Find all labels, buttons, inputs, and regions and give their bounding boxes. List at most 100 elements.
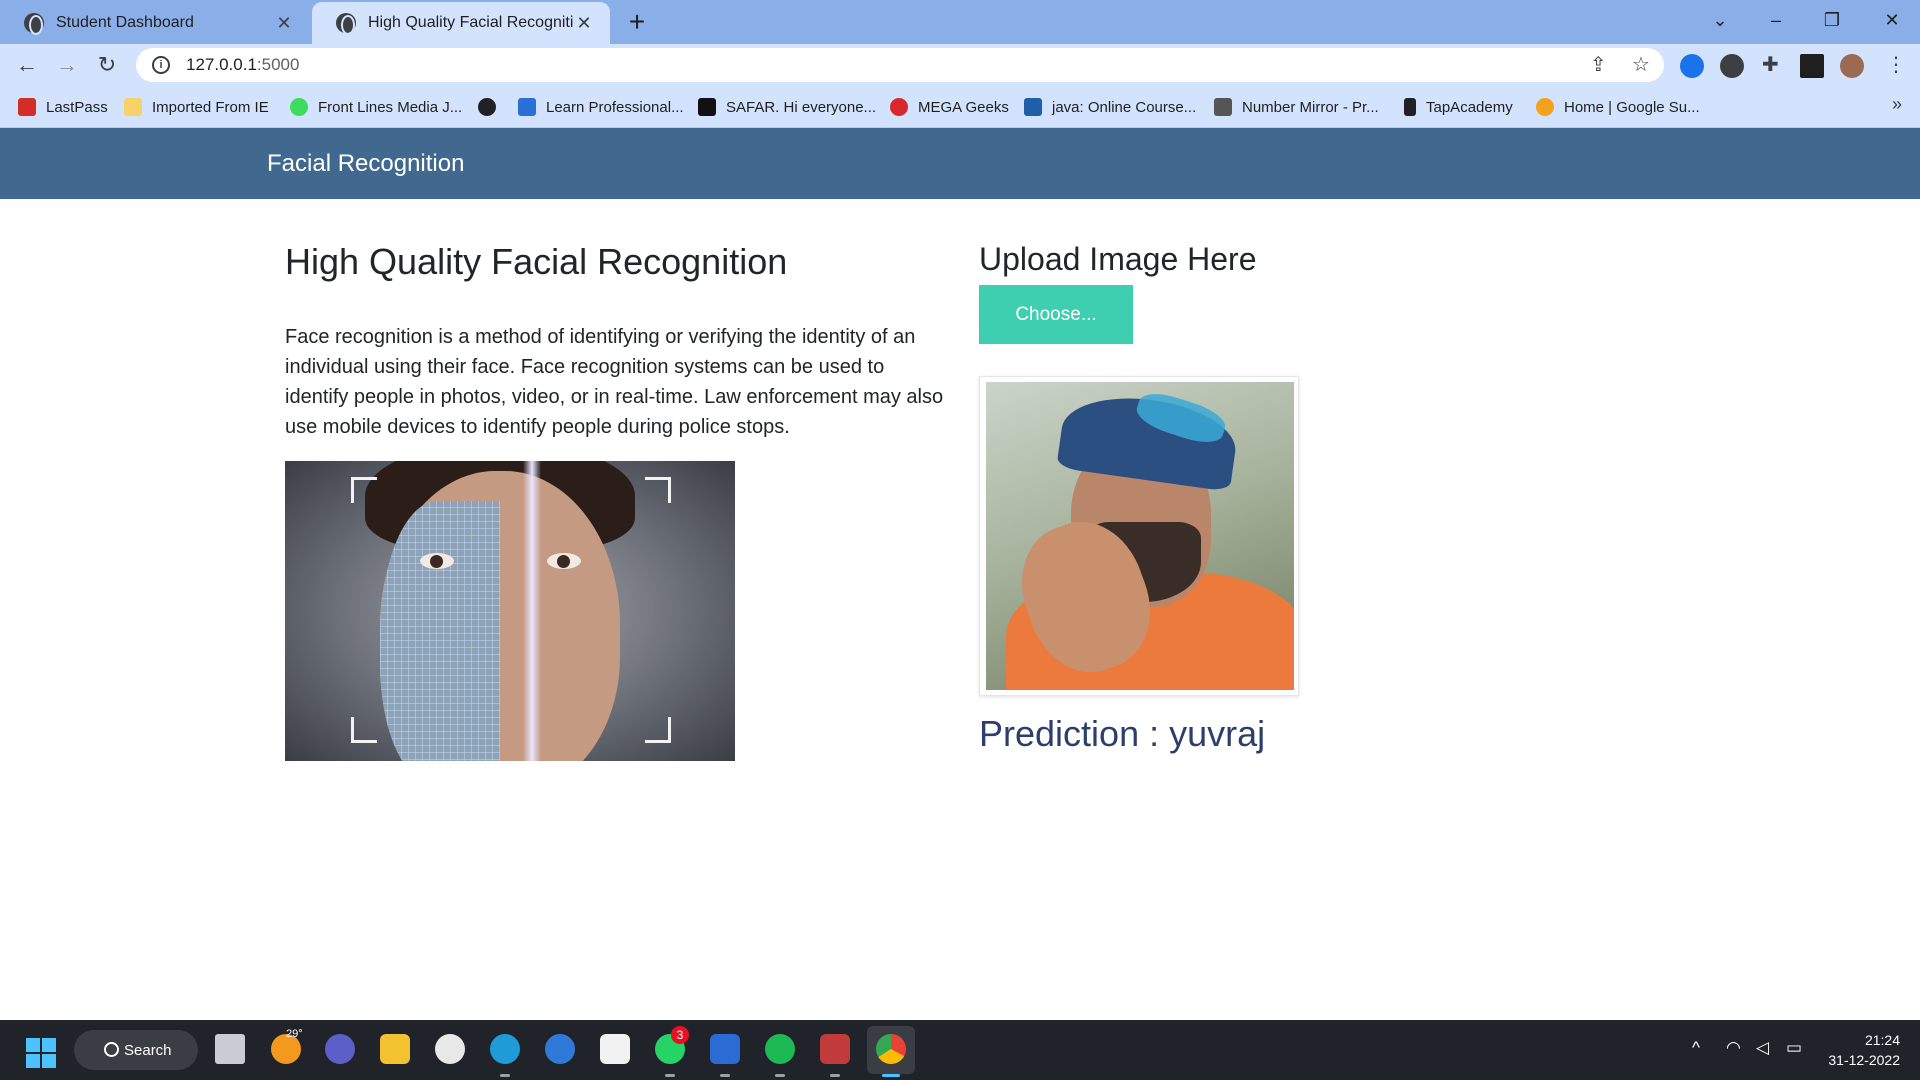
side-panel-icon[interactable]: [1800, 54, 1824, 78]
app-icon[interactable]: [820, 1034, 850, 1064]
site-info-icon[interactable]: i: [152, 56, 170, 74]
asterisk-icon: [290, 98, 308, 116]
bookmark-mega-geeks[interactable]: MEGA Geeks: [890, 96, 1009, 118]
menu-kebab-icon[interactable]: ⋮: [1886, 52, 1906, 77]
bookmark-lastpass[interactable]: LastPass: [18, 96, 108, 118]
cc-icon: [1214, 98, 1232, 116]
task-view-icon[interactable]: [215, 1034, 245, 1064]
extensions-puzzle-icon[interactable]: ✚: [1762, 52, 1779, 77]
bookmark-learn-professional[interactable]: Learn Professional...: [518, 96, 684, 118]
running-indicator: [665, 1074, 675, 1077]
browser-tab-strip: Student Dashboard ✕ High Quality Facial …: [0, 0, 1920, 44]
uploaded-photo: [986, 382, 1294, 690]
bookmark-label: Number Mirror - Pr...: [1242, 98, 1379, 116]
bookmark-java-online-course[interactable]: java: Online Course...: [1024, 96, 1196, 118]
new-tab-button[interactable]: +: [622, 6, 652, 38]
bookmark-tapacademy[interactable]: TapAcademy: [1404, 96, 1513, 118]
tab-title: Student Dashboard: [56, 14, 194, 31]
tab-search-icon[interactable]: ⌄: [1700, 4, 1740, 36]
sun-icon: [1536, 98, 1554, 116]
bookmark-label: Learn Professional...: [546, 98, 684, 116]
navbar-brand[interactable]: Facial Recognition: [267, 150, 464, 178]
show-hidden-icons[interactable]: ^: [1692, 1038, 1700, 1058]
eye-shape: [547, 553, 581, 569]
browser-toolbar: ← → ↻ i 127.0.0.1:5000 ⇪ ☆ ✚ ⋮: [0, 44, 1920, 86]
bookmark-imported-from-ie[interactable]: Imported From IE: [124, 96, 269, 118]
store-icon[interactable]: [600, 1034, 630, 1064]
choose-file-button[interactable]: Choose...: [979, 285, 1133, 344]
close-window-button[interactable]: ✕: [1872, 4, 1912, 36]
start-button[interactable]: [26, 1038, 56, 1068]
share-icon[interactable]: ⇪: [1590, 52, 1607, 77]
intro-paragraph: Face recognition is a method of identify…: [285, 326, 944, 438]
bookmark-label: Imported From IE: [152, 98, 269, 116]
url-host: 127.0.0.1: [186, 55, 257, 74]
uploaded-image-frame: [979, 376, 1299, 696]
notepad-icon[interactable]: [710, 1034, 740, 1064]
teams-icon[interactable]: [325, 1034, 355, 1064]
frame-corner: [645, 717, 671, 743]
profile-avatar[interactable]: [1840, 54, 1864, 78]
bookmark-google-su[interactable]: Home | Google Su...: [1536, 96, 1700, 118]
chrome-icon[interactable]: [876, 1034, 906, 1064]
taskbar-search[interactable]: Search: [74, 1030, 198, 1070]
running-indicator: [775, 1074, 785, 1077]
forward-icon[interactable]: →: [52, 50, 82, 80]
close-tab-icon[interactable]: ✕: [274, 13, 294, 34]
bookmark-globe[interactable]: [478, 96, 506, 118]
wireframe-mesh: [380, 501, 500, 761]
bookmark-star-icon[interactable]: ☆: [1632, 52, 1650, 77]
globe-icon: [336, 13, 356, 35]
bookmark-label: Home | Google Su...: [1564, 98, 1700, 116]
mega-icon: [890, 98, 908, 116]
page-title: High Quality Facial Recognition: [285, 241, 788, 282]
windows-taskbar: Search 29° 3 ^ ◠ ◁ ▭ 21:24 31-12-2022: [0, 1020, 1920, 1080]
globe-icon: [478, 98, 496, 116]
spotify-icon[interactable]: [765, 1034, 795, 1064]
intro-section: High Quality Facial Recognition Face rec…: [285, 238, 945, 442]
more-bookmarks-icon[interactable]: »: [1892, 94, 1902, 115]
battery-icon[interactable]: ▭: [1786, 1038, 1802, 1058]
volume-icon[interactable]: ◁: [1756, 1038, 1769, 1058]
eye-shape: [420, 553, 454, 569]
edge-icon[interactable]: [490, 1034, 520, 1064]
back-icon[interactable]: ←: [12, 50, 42, 80]
bookmarks-bar: LastPass Imported From IE Front Lines Me…: [0, 86, 1920, 128]
prediction-label: Prediction: [979, 713, 1140, 754]
video-icon: [1024, 98, 1042, 116]
system-clock[interactable]: 21:24 31-12-2022: [1820, 1030, 1900, 1070]
notification-badge: 3: [671, 1026, 689, 1044]
close-tab-icon[interactable]: ✕: [574, 13, 594, 34]
bookmark-front-lines-media[interactable]: Front Lines Media J...: [290, 96, 462, 118]
bookmark-label: SAFAR. Hi everyone...: [726, 98, 877, 116]
tab-student-dashboard[interactable]: Student Dashboard ✕: [0, 2, 310, 44]
extension-icon[interactable]: [1680, 54, 1704, 78]
prediction-separator: :: [1139, 713, 1170, 754]
clock-time: 21:24: [1864, 1032, 1900, 1048]
url-port: :5000: [256, 55, 300, 74]
file-explorer-icon[interactable]: [380, 1034, 410, 1064]
app-icon[interactable]: [435, 1034, 465, 1064]
minimize-button[interactable]: –: [1756, 4, 1796, 36]
tapacademy-icon: [1404, 98, 1416, 116]
prediction-value: yuvraj: [1169, 713, 1266, 754]
medium-icon: [698, 98, 716, 116]
lastpass-icon: [18, 98, 36, 116]
address-bar[interactable]: i 127.0.0.1:5000: [136, 48, 1664, 82]
upload-section: Upload Image Here Choose...: [979, 238, 1579, 344]
learn-icon: [518, 98, 536, 116]
bookmark-label: MEGA Geeks: [918, 98, 1009, 116]
help-icon[interactable]: [545, 1034, 575, 1064]
bookmark-label: LastPass: [46, 98, 108, 116]
wifi-icon[interactable]: ◠: [1726, 1038, 1741, 1058]
bookmark-number-mirror[interactable]: Number Mirror - Pr...: [1214, 96, 1379, 118]
face-scan-image: [285, 461, 735, 761]
bookmark-safar[interactable]: SAFAR. Hi everyone...: [698, 96, 876, 118]
extension-icon[interactable]: [1720, 54, 1744, 78]
restore-button[interactable]: ❐: [1812, 4, 1852, 36]
tab-facial-recognition[interactable]: High Quality Facial Recognition ✕: [312, 2, 610, 44]
tab-title: High Quality Facial Recognition: [368, 14, 574, 31]
frame-corner: [645, 477, 671, 503]
reload-icon[interactable]: ↻: [92, 50, 122, 80]
scan-beam: [523, 461, 541, 761]
